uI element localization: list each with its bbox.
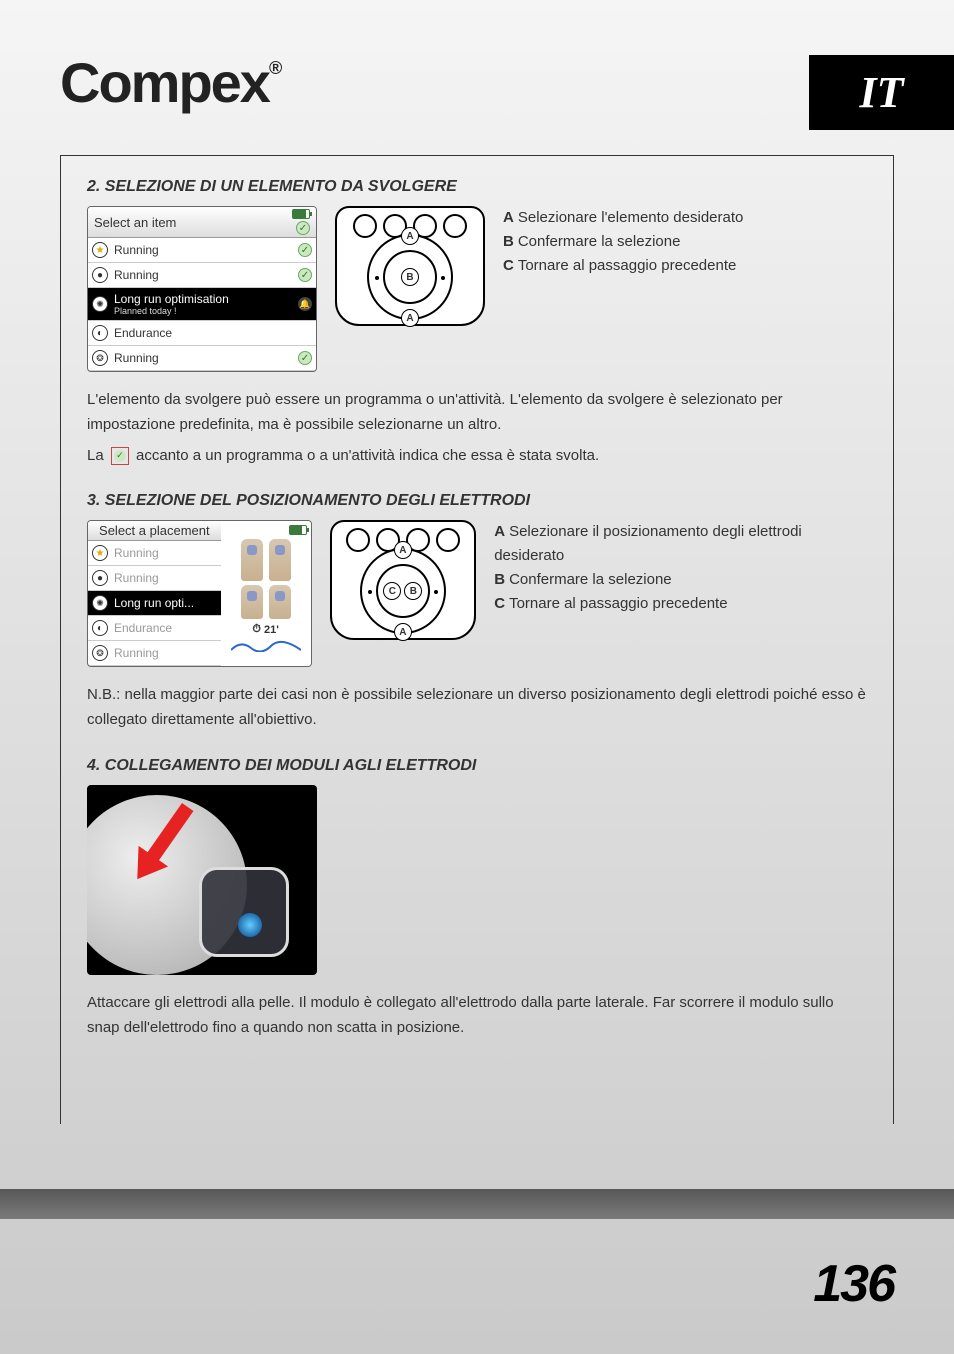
controller-button (436, 528, 460, 552)
screen-header: Select an item ✓ (88, 207, 316, 238)
instr-b: Confermare la selezione (518, 233, 681, 250)
instr-c: Tornare al passaggio precedente (518, 257, 736, 274)
stopwatch-icon: ⏱ (252, 623, 261, 636)
list-item-selected[interactable]: ✺ Long run optimisation Planned today ! … (88, 288, 316, 321)
leg-illustration (241, 585, 263, 619)
circle-icon: ● (92, 267, 108, 283)
label-a: A (401, 227, 419, 245)
timer-value: 21' (264, 624, 279, 636)
gear-icon: ✺ (92, 296, 108, 312)
controller-button (353, 214, 377, 238)
circle-icon: ◐ (92, 325, 108, 341)
section2-title: 2. SELEZIONE DI UN ELEMENTO DA SVOLGERE (87, 178, 867, 196)
section3-note: N.B.: nella maggior parte dei casi non è… (87, 683, 867, 733)
leg-illustration (269, 585, 291, 619)
circle-icon: ● (92, 570, 108, 586)
check-icon: ✓ (296, 221, 310, 235)
dot-icon (441, 276, 445, 280)
label-c: C (383, 582, 401, 600)
content-box: 2. SELEZIONE DI UN ELEMENTO DA SVOLGERE … (60, 155, 894, 1124)
list-item[interactable]: ◐ Endurance (88, 616, 221, 641)
star-icon: ★ (92, 545, 108, 561)
gear-icon: ❂ (92, 645, 108, 661)
item-label: Running (114, 646, 159, 660)
list-item[interactable]: ● Running (88, 566, 221, 591)
instr-a: Selezionare l'elemento desiderato (518, 209, 744, 226)
list-item[interactable]: ● Running ✓ (88, 263, 316, 288)
item-label: Endurance (114, 621, 172, 635)
list-item[interactable]: ❂ Running ✓ (88, 346, 316, 371)
language-tab: IT (809, 55, 954, 130)
inline-check-icon: ✓ (111, 447, 129, 465)
screen-header: Select a placement (88, 521, 221, 541)
item-label: Running (114, 351, 159, 365)
bell-icon: 🔔 (298, 297, 312, 311)
label-b: B (404, 582, 422, 600)
list-item[interactable]: ★ Running ✓ (88, 238, 316, 263)
battery-icon (292, 209, 310, 219)
section3-title: 3. SELEZIONE DEL POSIZIONAMENTO DEGLI EL… (87, 492, 867, 510)
section4-para: Attaccare gli elettrodi alla pelle. Il m… (87, 991, 867, 1041)
controller-diagram: A B A (335, 206, 485, 326)
item-label: Running (114, 243, 159, 257)
dot-icon (375, 276, 379, 280)
select-placement-screen: Select a placement ★ Running ● Running ✺… (87, 520, 312, 667)
list-item[interactable]: ★ Running (88, 541, 221, 566)
footer-bar (0, 1189, 954, 1219)
instr-c: Tornare al passaggio precedente (509, 595, 727, 612)
gear-icon: ✺ (92, 595, 108, 611)
label-a: A (394, 541, 412, 559)
item-label: Long run opti... (114, 596, 194, 610)
module-outline (199, 867, 289, 957)
controller-button (346, 528, 370, 552)
controller-button (443, 214, 467, 238)
check-icon: ✓ (298, 243, 312, 257)
label-b: B (401, 268, 419, 286)
brand-name: Compex (60, 51, 269, 114)
dot-icon (368, 590, 372, 594)
label-a: A (394, 623, 412, 641)
brand-logo: Compex® (60, 50, 280, 115)
section2-para2: La ✓ accanto a un programma o a un'attiv… (87, 444, 867, 469)
item-sub: Planned today ! (114, 306, 229, 316)
wave-icon (231, 640, 301, 652)
section4-title: 4. COLLEGAMENTO DEI MODULI AGLI ELETTROD… (87, 757, 867, 775)
section2-para1: L'elemento da svolgere può essere un pro… (87, 388, 867, 438)
item-label: Long run optimisation (114, 292, 229, 306)
circle-icon: ◐ (92, 620, 108, 636)
select-item-screen: Select an item ✓ ★ Running ✓ ● Running ✓… (87, 206, 317, 372)
label-a: A (401, 309, 419, 327)
page-number: 136 (813, 1254, 894, 1314)
item-label: Running (114, 268, 159, 282)
list-item[interactable]: ◐ Endurance (88, 321, 316, 346)
controller-diagram: A C B A (330, 520, 477, 640)
star-icon: ★ (92, 242, 108, 258)
instr-b: Confermare la selezione (509, 571, 672, 588)
dot-icon (434, 590, 438, 594)
instructions: ASelezionare il posizionamento degli ele… (494, 520, 867, 616)
leg-illustration (241, 539, 263, 581)
item-label: Running (114, 571, 159, 585)
list-item[interactable]: ❂ Running (88, 641, 221, 666)
registered-mark: ® (269, 58, 280, 78)
item-label: Endurance (114, 326, 172, 340)
check-icon: ✓ (298, 268, 312, 282)
item-label: Running (114, 546, 159, 560)
leg-illustration (269, 539, 291, 581)
gear-icon: ❂ (92, 350, 108, 366)
screen-header-text: Select a placement (99, 523, 210, 538)
snap-icon (238, 913, 262, 937)
placement-preview: ⏱ 21' (221, 521, 311, 666)
check-icon: ✓ (298, 351, 312, 365)
list-item-selected[interactable]: ✺ Long run opti... (88, 591, 221, 616)
instr-a: Selezionare il posizionamento degli elet… (494, 523, 802, 564)
module-connection-image (87, 785, 317, 975)
timer: ⏱ 21' (252, 623, 278, 636)
battery-icon (289, 525, 307, 535)
screen-header-text: Select an item (94, 215, 176, 230)
instructions: ASelezionare l'elemento desiderato BConf… (503, 206, 743, 278)
